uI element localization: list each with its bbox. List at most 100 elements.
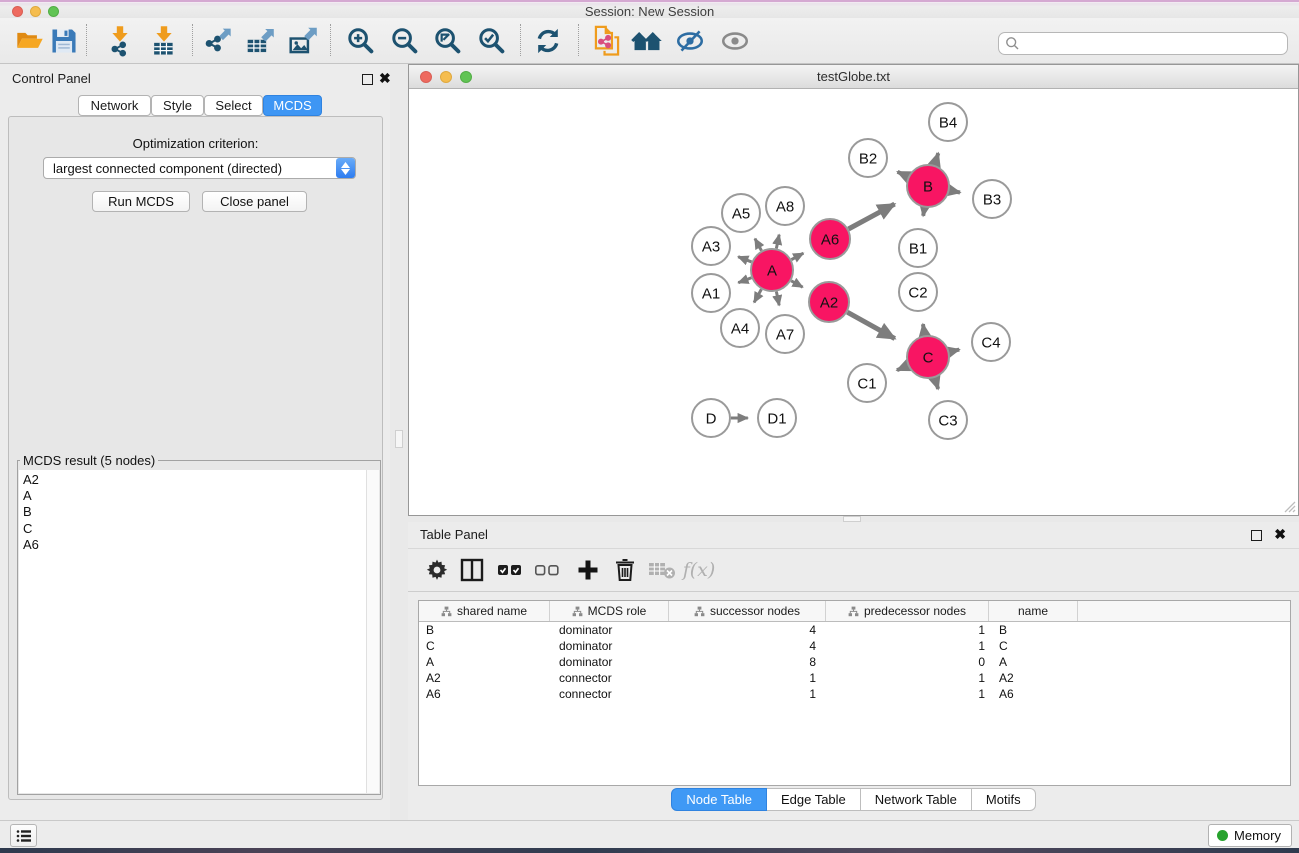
automation-panel-button[interactable]	[10, 824, 37, 847]
table-cell[interactable]: A	[419, 654, 550, 670]
graph-node-C1[interactable]: C1	[848, 364, 886, 402]
graph-node-B1[interactable]: B1	[899, 229, 937, 267]
table-cell[interactable]: A6	[419, 686, 550, 702]
table-cell[interactable]: connector	[550, 686, 669, 702]
tab-edge-table[interactable]: Edge Table	[767, 788, 861, 811]
window-resize-grip[interactable]	[1283, 500, 1296, 513]
result-item[interactable]: A2	[23, 472, 366, 488]
graph-node-A7[interactable]: A7	[766, 315, 804, 353]
graph-node-C2[interactable]: C2	[899, 273, 937, 311]
edge-A-A8[interactable]	[776, 235, 779, 249]
edge-A-A6[interactable]	[791, 253, 803, 259]
run-mcds-button[interactable]: Run MCDS	[92, 191, 190, 212]
table-cell[interactable]: B	[989, 622, 1078, 638]
graph-node-C4[interactable]: C4	[972, 323, 1010, 361]
graph-node-D[interactable]: D	[692, 399, 730, 437]
graph-node-A3[interactable]: A3	[692, 227, 730, 265]
import-table-icon[interactable]	[147, 23, 181, 59]
edge-A-A2[interactable]	[791, 281, 802, 287]
table-row[interactable]: A2connector11A2	[419, 670, 1290, 686]
search-input[interactable]	[1020, 35, 1287, 53]
table-cell[interactable]: A	[989, 654, 1078, 670]
table-cell[interactable]: A2	[989, 670, 1078, 686]
tab-motifs[interactable]: Motifs	[972, 788, 1036, 811]
result-item[interactable]: B	[23, 504, 366, 520]
graph-node-A1[interactable]: A1	[692, 274, 730, 312]
table-row[interactable]: Bdominator41B	[419, 622, 1290, 638]
hide-panel-eye-icon[interactable]	[673, 23, 707, 59]
zoom-out-icon[interactable]	[388, 23, 422, 59]
column-header-shared-name[interactable]: shared name	[419, 601, 550, 621]
edge-A-A4[interactable]	[754, 289, 761, 302]
table-cell[interactable]: A6	[989, 686, 1078, 702]
memory-button[interactable]: Memory	[1208, 824, 1292, 847]
column-header-name[interactable]: name	[989, 601, 1078, 621]
float-panel-icon[interactable]	[362, 72, 373, 90]
graph-node-A4[interactable]: A4	[721, 309, 759, 347]
table-cell[interactable]: 1	[826, 638, 989, 654]
graph-node-B3[interactable]: B3	[973, 180, 1011, 218]
column-header-MCDS-role[interactable]: MCDS role	[550, 601, 669, 621]
graph-node-A5[interactable]: A5	[722, 194, 760, 232]
home-icon[interactable]	[630, 23, 664, 59]
float-table-panel-icon[interactable]	[1251, 528, 1262, 546]
graph-node-C[interactable]: C	[907, 336, 949, 378]
edge-B-B2[interactable]	[898, 172, 909, 177]
graph-node-A2[interactable]: A2	[809, 282, 849, 322]
edge-A-A1[interactable]	[738, 278, 751, 283]
graph-node-C3[interactable]: C3	[929, 401, 967, 439]
table-cell[interactable]: 8	[669, 654, 826, 670]
edge-A2-C[interactable]	[847, 312, 894, 338]
tab-network[interactable]: Network	[78, 95, 151, 116]
table-cell[interactable]: connector	[550, 670, 669, 686]
graph-node-A[interactable]: A	[751, 249, 793, 291]
export-network-icon[interactable]	[200, 23, 234, 59]
open-session-icon[interactable]	[13, 23, 47, 59]
table-cell[interactable]: dominator	[550, 654, 669, 670]
result-item[interactable]: C	[23, 521, 366, 537]
edge-B-B3[interactable]	[950, 190, 960, 192]
vertical-split-grip[interactable]	[395, 430, 403, 448]
edge-A-A5[interactable]	[755, 239, 762, 251]
result-list-scrollbar[interactable]	[366, 470, 379, 793]
import-network-icon[interactable]	[103, 23, 137, 59]
table-cell[interactable]: C	[419, 638, 550, 654]
table-row[interactable]: Cdominator41C	[419, 638, 1290, 654]
graph-node-B2[interactable]: B2	[849, 139, 887, 177]
tab-style[interactable]: Style	[151, 95, 204, 116]
table-cell[interactable]: C	[989, 638, 1078, 654]
graph-node-B[interactable]: B	[907, 165, 949, 207]
table-row[interactable]: A6connector11A6	[419, 686, 1290, 702]
edge-C-C3[interactable]	[935, 378, 938, 389]
edge-A-A3[interactable]	[738, 257, 751, 262]
edge-C-C4[interactable]	[949, 350, 959, 352]
table-cell[interactable]: dominator	[550, 622, 669, 638]
graph-node-B4[interactable]: B4	[929, 103, 967, 141]
graph-node-A8[interactable]: A8	[766, 187, 804, 225]
table-cell[interactable]: 1	[669, 670, 826, 686]
save-session-icon[interactable]	[47, 23, 81, 59]
edge-C-C2[interactable]	[923, 324, 925, 335]
column-header-predecessor-nodes[interactable]: predecessor nodes	[826, 601, 989, 621]
hide-columns-icon[interactable]	[531, 553, 563, 587]
clone-network-icon[interactable]	[590, 23, 624, 59]
export-table-icon[interactable]	[243, 23, 277, 59]
table-cell[interactable]: 1	[826, 622, 989, 638]
tab-mcds[interactable]: MCDS	[263, 95, 322, 116]
table-cell[interactable]: 4	[669, 638, 826, 654]
column-header-successor-nodes[interactable]: successor nodes	[669, 601, 826, 621]
close-table-panel-icon[interactable]: ✖	[1274, 528, 1286, 540]
zoom-in-icon[interactable]	[344, 23, 378, 59]
criterion-select[interactable]: largest connected component (directed)	[43, 157, 356, 179]
edge-A6-B[interactable]	[848, 204, 894, 229]
table-cell[interactable]: 4	[669, 622, 826, 638]
edge-A-A7[interactable]	[776, 292, 779, 306]
result-item[interactable]: A	[23, 488, 366, 504]
zoom-fit-icon[interactable]	[431, 23, 465, 59]
tab-network-table[interactable]: Network Table	[861, 788, 972, 811]
gear-icon[interactable]	[421, 553, 453, 587]
column-layout-icon[interactable]	[456, 553, 488, 587]
table-cell[interactable]: dominator	[550, 638, 669, 654]
edge-C-C1[interactable]	[897, 366, 908, 371]
table-cell[interactable]: 0	[826, 654, 989, 670]
